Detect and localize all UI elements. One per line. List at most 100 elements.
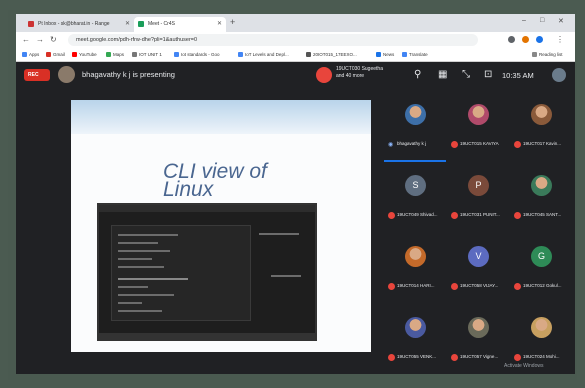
bookmark-20iot015[interactable]: 20IOT015_17EEXO... xyxy=(306,52,357,57)
apps-icon xyxy=(22,52,27,57)
tab-inbox[interactable]: Pt Inbox - sk@bharat.in - Range ✕ xyxy=(24,17,134,32)
self-avatar[interactable] xyxy=(552,68,566,82)
close-window-icon[interactable]: ✕ xyxy=(558,17,564,25)
mic-muted-icon xyxy=(514,212,521,219)
bookmark-apps[interactable]: Apps xyxy=(22,52,39,57)
close-tab-icon[interactable]: ✕ xyxy=(217,20,222,27)
participant-name: 19UCT014 HARI... xyxy=(397,283,435,288)
page-icon xyxy=(132,52,137,57)
participant-name: 19UCT057 Vigne... xyxy=(460,354,499,359)
mic-muted-icon xyxy=(451,354,458,361)
maximize-icon[interactable]: □ xyxy=(540,17,544,24)
raised-hands-text[interactable]: 19UCT030 Sugeetha and 40 more xyxy=(336,66,383,80)
presenting-label: bhagavathy k j is presenting xyxy=(82,70,175,79)
participant-tile[interactable]: 19UCT015 KAVIYA xyxy=(447,92,509,162)
mic-muted-icon xyxy=(388,354,395,361)
participant-name: bhagavathy k j xyxy=(397,141,427,146)
meet-header: REC bhagavathy k j is presenting 19UCT03… xyxy=(16,62,575,88)
page-icon xyxy=(306,52,311,57)
tab-label: Pt Inbox - sk@bharat.in - Range xyxy=(38,21,110,27)
participant-name: 19UCT049 Shivad... xyxy=(397,212,438,217)
participant-name: 19UCT015 KAVIYA xyxy=(460,141,499,146)
presentation-slide: CLI view of Linux xyxy=(71,100,371,352)
participant-name: 19UCT017 Kavin... xyxy=(523,141,562,146)
recording-badge: REC xyxy=(24,69,50,81)
hand-raised-icon[interactable] xyxy=(316,67,332,83)
speaking-indicator-icon: ◉ xyxy=(388,142,394,148)
tab-strip: Pt Inbox - sk@bharat.in - Range ✕ Meet -… xyxy=(16,14,575,32)
mic-muted-icon xyxy=(514,283,521,290)
bookmark-iot-unit[interactable]: IOT UNIT 1 xyxy=(132,52,162,57)
url-input[interactable]: meet.google.com/pdh-rfrw-dhe?pli=1&authu… xyxy=(68,34,478,46)
grid-layout-icon[interactable]: ▦ xyxy=(438,69,447,80)
participant-photo-avatar xyxy=(468,104,489,125)
participant-initial-avatar: V xyxy=(468,246,489,267)
participant-tile[interactable]: V 19UCT058 VIJAY... xyxy=(447,234,509,304)
maps-icon xyxy=(106,52,111,57)
participant-initial-avatar: G xyxy=(531,246,552,267)
terminal-pane xyxy=(111,225,251,321)
forward-icon[interactable]: → xyxy=(36,35,44,44)
clock: 10:35 AM xyxy=(502,71,534,80)
reading-list[interactable]: Reading list xyxy=(532,52,563,57)
mic-muted-icon xyxy=(388,283,395,290)
pin-icon[interactable]: ⚲ xyxy=(414,69,421,80)
extension-icon[interactable] xyxy=(508,36,515,43)
gmail-icon xyxy=(46,52,51,57)
bookmark-news[interactable]: News xyxy=(376,52,394,57)
participant-name: 19UCT031 PUNIT... xyxy=(460,212,500,217)
participant-tile[interactable]: 19UCT045 SANT... xyxy=(510,163,572,233)
activate-windows-watermark: Activate Windows xyxy=(504,363,544,369)
slide-header-band xyxy=(71,100,371,134)
bookmark-maps[interactable]: Maps xyxy=(106,52,124,57)
participant-tile[interactable]: 19UCT055 VENK... xyxy=(384,305,446,374)
close-tab-icon[interactable]: ✕ xyxy=(125,20,130,27)
extension-icon[interactable] xyxy=(522,36,529,43)
participant-name: 19UCT012 Gokul... xyxy=(523,283,562,288)
participant-tile[interactable]: 19UCT017 Kavin... xyxy=(510,92,572,162)
terminal-screenshot xyxy=(97,203,317,341)
bookmarks-bar: Apps Gmail YouTube Maps IOT UNIT 1 Iot s… xyxy=(16,48,575,62)
browser-window: Pt Inbox - sk@bharat.in - Range ✕ Meet -… xyxy=(16,14,575,374)
profile-avatar-icon[interactable] xyxy=(536,36,543,43)
bookmark-iot-levels[interactable]: IoT Levels and Depl... xyxy=(238,52,289,57)
mic-muted-icon xyxy=(514,354,521,361)
gmail-favicon-icon xyxy=(28,21,34,27)
tab-label: Meet - Cr4S xyxy=(148,21,175,27)
mic-muted-icon xyxy=(451,283,458,290)
slide-title: CLI view of Linux xyxy=(163,160,267,201)
menu-kebab-icon[interactable]: ⋮ xyxy=(556,35,564,44)
google-icon xyxy=(174,52,179,57)
participant-tile[interactable]: G 19UCT012 Gokul... xyxy=(510,234,572,304)
bookmark-youtube[interactable]: YouTube xyxy=(72,52,97,57)
bookmark-translate[interactable]: Translate xyxy=(402,52,428,57)
tab-meet[interactable]: Meet - Cr4S ✕ xyxy=(134,17,226,32)
mic-muted-icon xyxy=(388,212,395,219)
minimize-icon[interactable]: – xyxy=(522,17,526,24)
participant-photo-avatar xyxy=(405,104,426,125)
participant-tile[interactable]: S 19UCT049 Shivad... xyxy=(384,163,446,233)
bookmark-iot-standards[interactable]: Iot standards - Goo xyxy=(174,52,220,57)
meet-favicon-icon xyxy=(138,21,144,27)
participant-initial-avatar: S xyxy=(405,175,426,196)
participant-tile[interactable]: ◉ bhagavathy k j xyxy=(384,92,446,162)
participant-tile[interactable]: P 19UCT031 PUNIT... xyxy=(447,163,509,233)
participant-name: 19UCT058 VIJAY... xyxy=(460,283,499,288)
participant-tile[interactable]: 19UCT057 Vigne... xyxy=(447,305,509,374)
screen-icon[interactable]: ⊡ xyxy=(484,69,492,80)
mic-muted-icon xyxy=(514,141,521,148)
participant-photo-avatar xyxy=(531,104,552,125)
google-icon xyxy=(238,52,243,57)
reload-icon[interactable]: ↻ xyxy=(50,35,57,44)
new-tab-icon[interactable]: + xyxy=(230,17,235,27)
presenter-avatar xyxy=(58,66,75,83)
translate-icon xyxy=(402,52,407,57)
mic-muted-icon xyxy=(451,141,458,148)
participant-tile[interactable]: 19UCT014 HARI... xyxy=(384,234,446,304)
terminal-statusbar xyxy=(99,333,315,339)
collapse-icon[interactable]: ⤡ xyxy=(462,69,470,80)
participant-photo-avatar xyxy=(468,317,489,338)
news-icon xyxy=(376,52,381,57)
bookmark-gmail[interactable]: Gmail xyxy=(46,52,65,57)
back-icon[interactable]: ← xyxy=(22,35,30,44)
